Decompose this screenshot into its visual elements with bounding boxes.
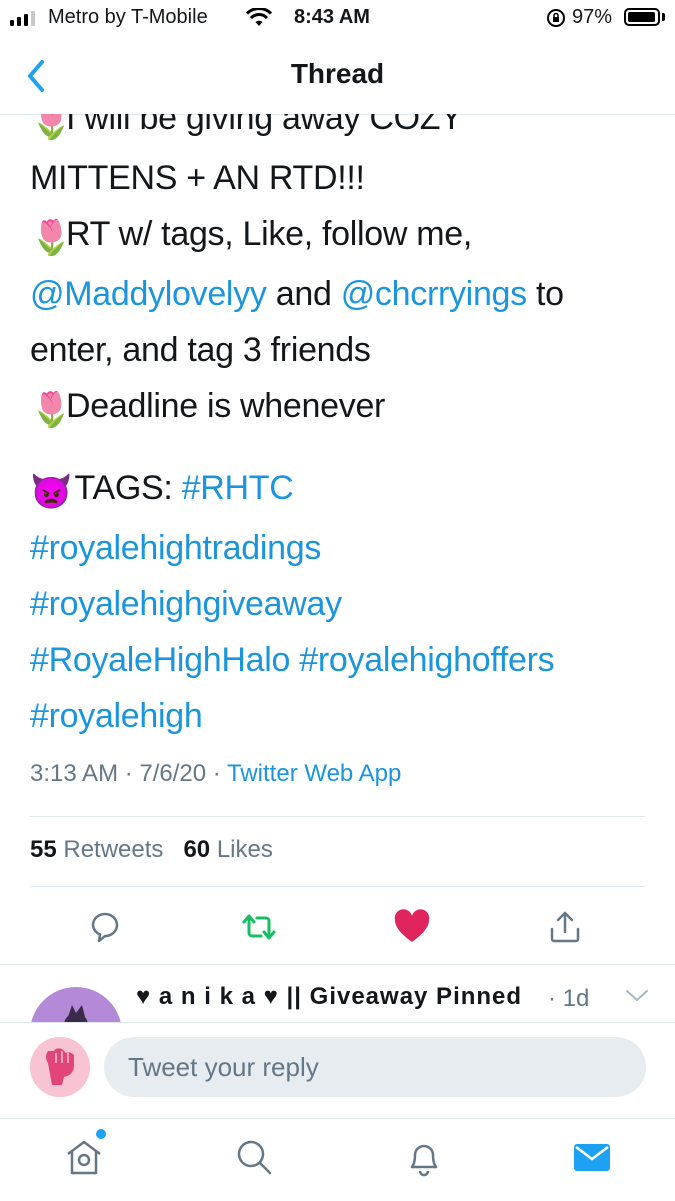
wifi-icon bbox=[246, 8, 272, 26]
tulip-icon: 🌷 bbox=[30, 391, 73, 429]
avatar[interactable] bbox=[30, 1037, 90, 1097]
tweet-line: 👿 TAGS: #RHTC bbox=[30, 460, 650, 520]
retweet-button[interactable] bbox=[236, 904, 282, 950]
battery-icon bbox=[624, 8, 660, 26]
thread-header: Thread bbox=[0, 40, 675, 115]
tweet-line: enter, and tag 3 friends bbox=[30, 331, 371, 369]
messages-icon bbox=[574, 1144, 610, 1171]
tweet-line: #royalehighgiveaway bbox=[30, 576, 650, 632]
share-button[interactable] bbox=[542, 904, 588, 950]
mention-link[interactable]: @Maddylovelyy bbox=[30, 275, 267, 313]
new-content-dot bbox=[96, 1129, 106, 1139]
tweet-line: #royalehigh bbox=[30, 688, 650, 734]
retweets-stat[interactable]: 55 Retweets bbox=[30, 836, 163, 863]
reply-time: · 1d bbox=[548, 985, 590, 1012]
tweet-body: 🌷I will be giving away COZY MITTENS + AN… bbox=[30, 114, 650, 734]
search-icon bbox=[237, 1140, 272, 1175]
battery-nub bbox=[662, 13, 665, 21]
comment-icon bbox=[91, 912, 119, 943]
orientation-lock-icon bbox=[547, 9, 565, 27]
carrier-name: Metro by T-Mobile bbox=[48, 6, 208, 28]
tweet-actions bbox=[0, 900, 675, 956]
tab-home[interactable] bbox=[60, 1133, 108, 1181]
share-icon bbox=[550, 911, 580, 943]
tweet-line: #royalehightradings bbox=[30, 520, 650, 576]
tweet-stats: 55 Retweets 60 Likes bbox=[30, 836, 273, 864]
avatar[interactable] bbox=[30, 987, 122, 1023]
tweet-source-link[interactable]: Twitter Web App bbox=[227, 760, 401, 787]
heart-icon bbox=[394, 909, 430, 942]
chevron-down-icon[interactable] bbox=[624, 985, 650, 1005]
divider bbox=[30, 886, 645, 887]
hashtag-link[interactable]: #RHTC bbox=[182, 469, 294, 507]
tab-bar bbox=[0, 1118, 675, 1201]
signal-strength-icon bbox=[10, 10, 35, 26]
devil-icon: 👿 bbox=[30, 473, 73, 511]
tweet-timestamp: 3:13 AM · 7/6/20 · Twitter Web App bbox=[30, 760, 402, 787]
tweet-line: 🌷I will be giving away COZY bbox=[30, 114, 650, 150]
page-title: Thread bbox=[290, 58, 385, 89]
tweet-line: MITTENS + AN RTD!!! bbox=[30, 159, 365, 197]
hashtag-link[interactable]: #RoyaleHighHalo bbox=[30, 641, 290, 679]
retweet-icon bbox=[242, 914, 276, 940]
tulip-icon: 🌷 bbox=[30, 219, 73, 257]
home-icon bbox=[67, 1140, 101, 1175]
hashtag-link[interactable]: #royalehighoffers bbox=[299, 641, 554, 679]
reply-tweet[interactable]: ♥ a n i k a ♥ || Giveaway Pinned · 1d bbox=[0, 965, 675, 1023]
status-bar: Metro by T-Mobile 8:43 AM 97% bbox=[0, 0, 675, 40]
avatar-image bbox=[64, 1005, 88, 1023]
hashtag-link[interactable]: #royalehightradings bbox=[30, 529, 321, 567]
tab-notifications[interactable] bbox=[400, 1133, 448, 1181]
like-button[interactable] bbox=[389, 904, 435, 950]
likes-stat[interactable]: 60 Likes bbox=[183, 836, 272, 863]
reply-author-name[interactable]: ♥ a n i k a ♥ || Giveaway Pinned bbox=[136, 983, 522, 1011]
status-time: 8:43 AM bbox=[294, 6, 370, 28]
fist-icon bbox=[30, 1037, 90, 1097]
mention-link[interactable]: @chcrryings bbox=[341, 275, 527, 313]
divider bbox=[30, 816, 645, 817]
tab-messages[interactable] bbox=[568, 1133, 616, 1181]
battery-percent: 97% bbox=[572, 6, 613, 28]
tweet-line: 🌷RT w/ tags, Like, follow me, bbox=[30, 206, 650, 266]
hashtag-link[interactable]: #royalehigh bbox=[30, 697, 203, 734]
reply-button[interactable] bbox=[82, 904, 128, 950]
notifications-icon bbox=[410, 1144, 438, 1177]
tulip-icon: 🌷 bbox=[30, 114, 73, 141]
tweet-line: 🌷Deadline is whenever bbox=[30, 378, 650, 438]
reply-input[interactable] bbox=[104, 1037, 646, 1097]
hashtag-link[interactable]: #royalehighgiveaway bbox=[30, 585, 342, 623]
tweet-line: #RoyaleHighHalo #royalehighoffers bbox=[30, 632, 650, 688]
tweet-line: @Maddylovelyy and @chcrryings to bbox=[30, 275, 564, 313]
tab-search[interactable] bbox=[230, 1133, 278, 1181]
battery-level bbox=[628, 12, 655, 22]
reply-composer bbox=[0, 1022, 675, 1119]
